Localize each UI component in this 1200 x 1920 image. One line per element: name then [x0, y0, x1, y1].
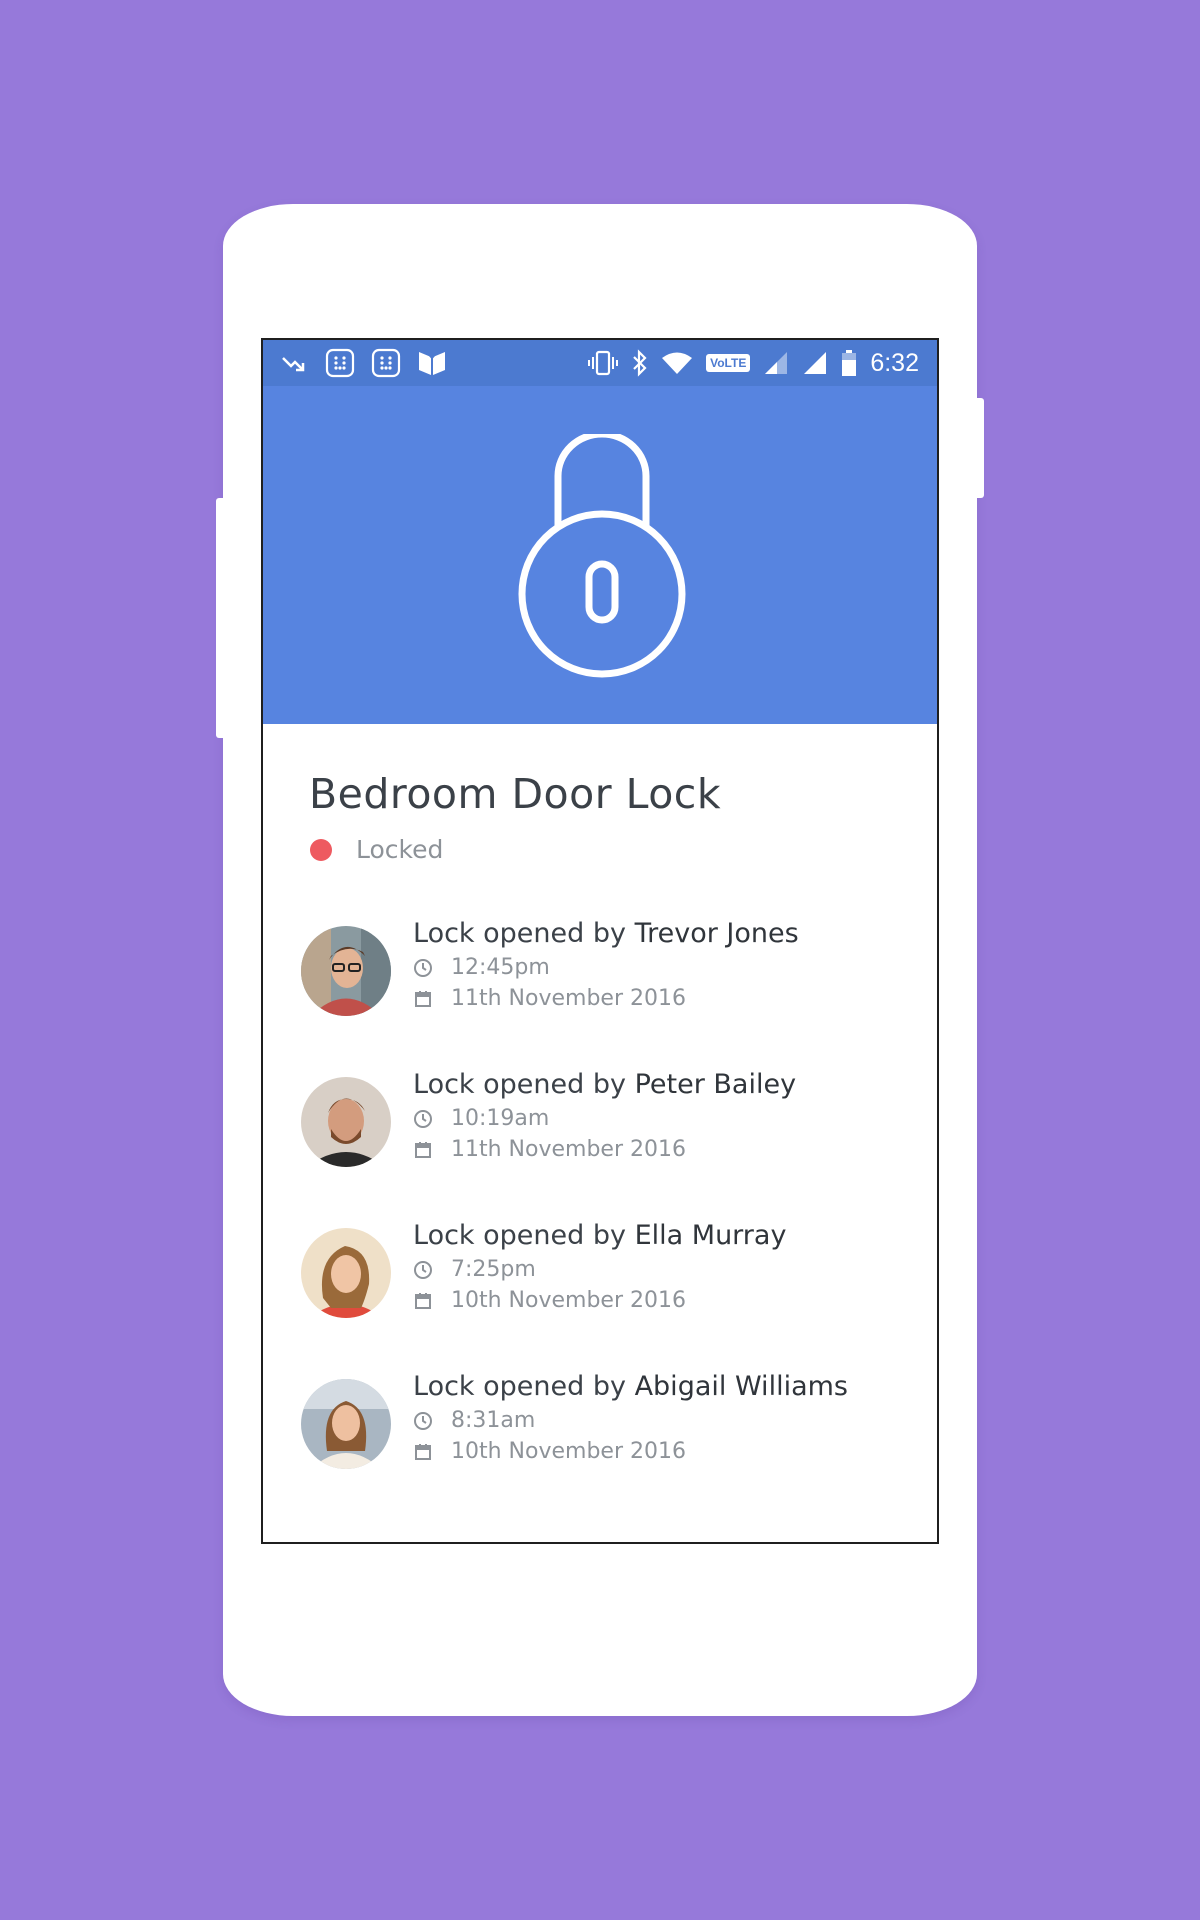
activity-title: Lock opened by Peter Bailey	[413, 1069, 797, 1100]
calendar-icon	[413, 989, 433, 1009]
missed-call-icon	[281, 353, 309, 373]
clock-icon	[413, 1411, 433, 1431]
avatar	[301, 1228, 391, 1318]
status-indicator-dot	[310, 838, 332, 861]
activity-date: 11th November 2016	[413, 986, 799, 1011]
calendar-icon	[413, 1140, 433, 1160]
activity-item[interactable]: Lock opened by Trevor Jones 12:45pm 11th…	[301, 918, 891, 1077]
avatar	[301, 926, 391, 1016]
user-name: Ella Murray	[634, 1220, 787, 1251]
avatar	[301, 1077, 391, 1167]
bluetooth-icon	[632, 349, 648, 377]
app-screen: VoLTE 6:32 Bedroom Door Lock Locked Lock…	[261, 338, 939, 1544]
lock-header	[263, 386, 937, 724]
vibrate-icon	[587, 350, 619, 376]
calendar-icon	[413, 1442, 433, 1462]
user-name: Trevor Jones	[634, 918, 799, 949]
avatar	[301, 1379, 391, 1469]
wifi-icon	[661, 351, 693, 375]
clock-icon	[413, 1260, 433, 1280]
clock-icon	[413, 958, 433, 978]
activity-list: Lock opened by Trevor Jones 12:45pm 11th…	[301, 918, 891, 1530]
status-bar: VoLTE 6:32	[263, 340, 937, 386]
signal-icon	[763, 350, 789, 376]
dialpad-icon	[371, 348, 401, 378]
activity-item[interactable]: Lock opened by Abigail Williams 8:31am 1…	[301, 1371, 891, 1530]
lock-status: Locked	[309, 835, 891, 864]
book-icon	[417, 349, 447, 377]
user-name: Peter Bailey	[634, 1069, 797, 1100]
signal-icon	[802, 350, 828, 376]
page-title: Bedroom Door Lock	[309, 770, 722, 818]
battery-icon	[841, 349, 857, 377]
activity-date: 10th November 2016	[413, 1288, 786, 1313]
activity-item[interactable]: Lock opened by Peter Bailey 10:19am 11th…	[301, 1069, 891, 1228]
user-name: Abigail Williams	[634, 1371, 848, 1402]
dialpad-icon	[325, 348, 355, 378]
activity-item[interactable]: Lock opened by Ella Murray 7:25pm 10th N…	[301, 1220, 891, 1379]
activity-time: 7:25pm	[413, 1257, 786, 1282]
status-label: Locked	[356, 835, 444, 864]
lock-details: Bedroom Door Lock Locked Lock opened by …	[263, 770, 937, 1530]
activity-title: Lock opened by Trevor Jones	[413, 918, 799, 949]
clock-icon	[413, 1109, 433, 1129]
side-button-right	[974, 398, 984, 498]
activity-date: 10th November 2016	[413, 1439, 848, 1464]
padlock-icon[interactable]	[518, 434, 686, 680]
status-time: 6:32	[870, 348, 919, 377]
activity-time: 12:45pm	[413, 955, 799, 980]
activity-title: Lock opened by Abigail Williams	[413, 1371, 848, 1402]
activity-time: 8:31am	[413, 1408, 848, 1433]
volte-icon: VoLTE	[706, 354, 751, 372]
activity-time: 10:19am	[413, 1106, 796, 1131]
activity-title: Lock opened by Ella Murray	[413, 1220, 787, 1251]
calendar-icon	[413, 1291, 433, 1311]
side-button-left	[216, 498, 226, 738]
activity-date: 11th November 2016	[413, 1137, 796, 1162]
